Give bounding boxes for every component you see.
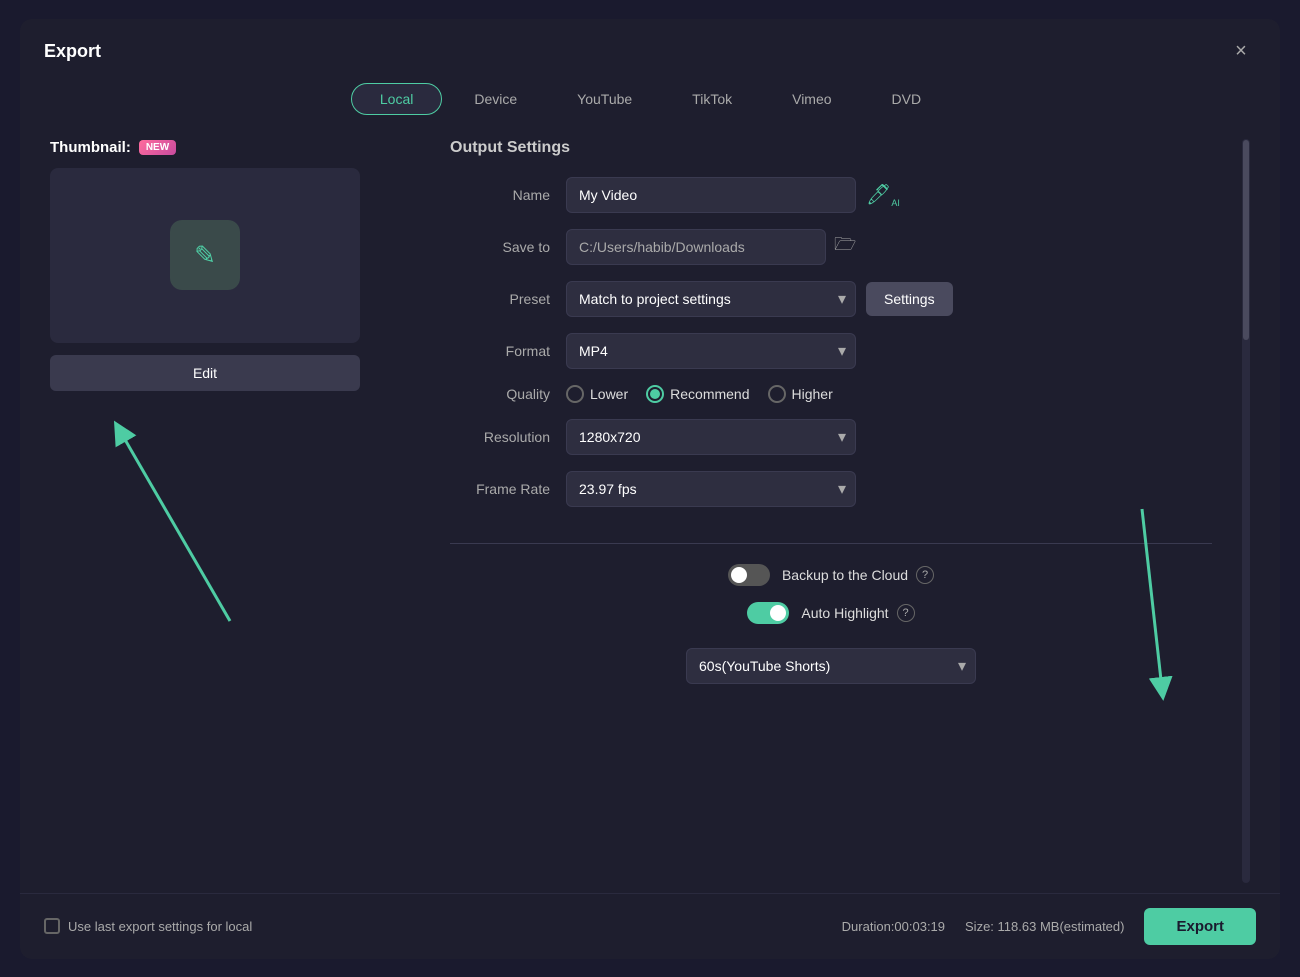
saveto-row: Save to 🗁 bbox=[450, 229, 1212, 265]
quality-recommend-label: Recommend bbox=[670, 386, 749, 402]
autohighlight-label: Auto Highlight bbox=[801, 605, 888, 621]
section-divider bbox=[450, 543, 1212, 544]
quality-recommend[interactable]: Recommend bbox=[646, 385, 749, 403]
name-label: Name bbox=[450, 187, 550, 203]
quality-lower[interactable]: Lower bbox=[566, 385, 628, 403]
quality-lower-label: Lower bbox=[590, 386, 628, 402]
framerate-label: Frame Rate bbox=[450, 481, 550, 497]
edit-pencil-icon: ✎ bbox=[194, 240, 216, 271]
radio-higher-circle bbox=[768, 385, 786, 403]
thumbnail-icon: ✎ bbox=[170, 220, 240, 290]
name-input[interactable] bbox=[566, 177, 856, 213]
backup-row: Backup to the Cloud ? bbox=[450, 564, 1212, 586]
last-export-label: Use last export settings for local bbox=[68, 919, 252, 934]
tab-local[interactable]: Local bbox=[351, 83, 442, 115]
autohighlight-help-icon[interactable]: ? bbox=[897, 604, 915, 622]
export-button[interactable]: Export bbox=[1144, 908, 1256, 945]
format-label: Format bbox=[450, 343, 550, 359]
radio-lower-circle bbox=[566, 385, 584, 403]
backup-toggle[interactable] bbox=[728, 564, 770, 586]
resolution-select-wrapper: 1280x720 1920x1080 3840x2160 bbox=[566, 419, 856, 455]
tab-tiktok[interactable]: TikTok bbox=[664, 83, 760, 115]
tab-youtube[interactable]: YouTube bbox=[549, 83, 660, 115]
last-export-checkbox[interactable] bbox=[44, 918, 60, 934]
content-area: Thumbnail: NEW ✎ Edit Output Se bbox=[20, 129, 1280, 893]
tab-bar: Local Device YouTube TikTok Vimeo DVD bbox=[20, 77, 1280, 129]
preset-row: Preset Match to project settings Setting… bbox=[450, 281, 1212, 317]
radio-recommend-circle bbox=[646, 385, 664, 403]
format-row: Format MP4 MOV AVI bbox=[450, 333, 1212, 369]
saveto-input[interactable] bbox=[566, 229, 826, 265]
size-display: Size: 118.63 MB(estimated) bbox=[965, 919, 1124, 934]
footer: Use last export settings for local Durat… bbox=[20, 893, 1280, 959]
resolution-row: Resolution 1280x720 1920x1080 3840x2160 bbox=[450, 419, 1212, 455]
framerate-select-wrapper: 23.97 fps 24 fps 30 fps 60 fps bbox=[566, 471, 856, 507]
name-row: Name 🖊AI bbox=[450, 177, 1212, 213]
shorts-row: 60s(YouTube Shorts) 30s bbox=[450, 648, 1212, 684]
dialog-title: Export bbox=[44, 41, 101, 62]
browse-folder-button[interactable]: 🗁 bbox=[834, 232, 856, 262]
output-settings-title: Output Settings bbox=[450, 139, 1212, 157]
arrow-left bbox=[110, 421, 290, 721]
last-export-check: Use last export settings for local bbox=[44, 918, 252, 934]
quality-radio-group: Lower Recommend Higher bbox=[566, 385, 833, 403]
settings-button[interactable]: Settings bbox=[866, 282, 953, 316]
duration-display: Duration:00:03:19 bbox=[842, 919, 945, 934]
preset-select-wrapper: Match to project settings bbox=[566, 281, 856, 317]
quality-row: Quality Lower Recommend Higher bbox=[450, 385, 1212, 403]
left-panel: Thumbnail: NEW ✎ Edit bbox=[50, 129, 420, 893]
shorts-select[interactable]: 60s(YouTube Shorts) 30s bbox=[686, 648, 976, 684]
close-button[interactable]: × bbox=[1226, 37, 1256, 67]
ai-icon[interactable]: 🖊AI bbox=[866, 182, 900, 208]
format-select-wrapper: MP4 MOV AVI bbox=[566, 333, 856, 369]
quality-higher[interactable]: Higher bbox=[768, 385, 833, 403]
quality-higher-label: Higher bbox=[792, 386, 833, 402]
right-panel: Output Settings Name 🖊AI Save to 🗁 Prese… bbox=[450, 129, 1212, 893]
resolution-select[interactable]: 1280x720 1920x1080 3840x2160 bbox=[566, 419, 856, 455]
tab-device[interactable]: Device bbox=[446, 83, 545, 115]
preset-select[interactable]: Match to project settings bbox=[566, 281, 856, 317]
resolution-label: Resolution bbox=[450, 429, 550, 445]
backup-help-icon[interactable]: ? bbox=[916, 566, 934, 584]
backup-label: Backup to the Cloud bbox=[782, 567, 908, 583]
autohighlight-row: Auto Highlight ? bbox=[450, 602, 1212, 624]
scrollbar-thumb bbox=[1243, 140, 1249, 340]
thumbnail-preview: ✎ bbox=[50, 168, 360, 343]
arrow-right bbox=[1112, 509, 1172, 709]
autohighlight-toggle[interactable] bbox=[747, 602, 789, 624]
quality-label: Quality bbox=[450, 386, 550, 402]
preset-label: Preset bbox=[450, 291, 550, 307]
tab-vimeo[interactable]: Vimeo bbox=[764, 83, 859, 115]
thumbnail-text: Thumbnail: bbox=[50, 139, 131, 156]
saveto-label: Save to bbox=[450, 239, 550, 255]
export-dialog: Export × Local Device YouTube TikTok Vim… bbox=[20, 19, 1280, 959]
edit-button[interactable]: Edit bbox=[50, 355, 360, 391]
framerate-select[interactable]: 23.97 fps 24 fps 30 fps 60 fps bbox=[566, 471, 856, 507]
title-bar: Export × bbox=[20, 19, 1280, 77]
format-select[interactable]: MP4 MOV AVI bbox=[566, 333, 856, 369]
scrollbar[interactable] bbox=[1242, 139, 1250, 883]
footer-right: Duration:00:03:19 Size: 118.63 MB(estima… bbox=[842, 908, 1256, 945]
shorts-select-wrapper: 60s(YouTube Shorts) 30s bbox=[686, 648, 976, 684]
tab-dvd[interactable]: DVD bbox=[864, 83, 950, 115]
thumbnail-label: Thumbnail: NEW bbox=[50, 139, 176, 156]
framerate-row: Frame Rate 23.97 fps 24 fps 30 fps 60 fp… bbox=[450, 471, 1212, 507]
new-badge: NEW bbox=[139, 140, 176, 155]
